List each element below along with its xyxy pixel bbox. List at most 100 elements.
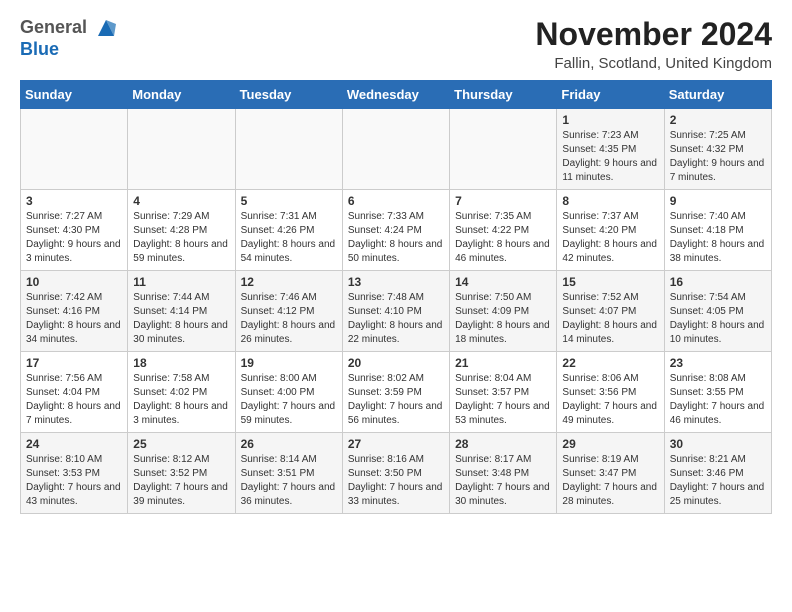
- day-cell: 28 Sunrise: 8:17 AM Sunset: 3:48 PM Dayli…: [450, 433, 557, 514]
- week-row-5: 24Sunrise: 8:10 AM Sunset: 3:53 PM Dayli…: [21, 433, 772, 514]
- day-number: 15: [562, 275, 658, 289]
- day-cell: 2 Sunrise: 7:25 AM Sunset: 4:32 PM Daylig…: [664, 109, 771, 190]
- day-cell: 15 Sunrise: 7:52 AM Sunset: 4:07 PM Dayli…: [557, 271, 664, 352]
- day-cell: [342, 109, 449, 190]
- day-info: Sunrise: 7:33 AM Sunset: 4:24 PM Dayligh…: [348, 210, 444, 266]
- day-number: 26: [241, 437, 337, 451]
- day-number: 28: [455, 437, 551, 451]
- day-number: 18: [133, 356, 229, 370]
- day-cell: [235, 109, 342, 190]
- header-day-sunday: Sunday: [21, 81, 128, 109]
- day-cell: 17 Sunrise: 7:56 AM Sunset: 4:04 PM Dayli…: [21, 352, 128, 433]
- day-cell: [128, 109, 235, 190]
- day-info: Sunrise: 7:42 AM Sunset: 4:16 PM Dayligh…: [26, 291, 122, 347]
- day-cell: 14Sunrise: 7:50 AM Sunset: 4:09 PM Dayli…: [450, 271, 557, 352]
- day-info: Sunrise: 7:31 AM Sunset: 4:26 PM Dayligh…: [241, 210, 337, 266]
- day-cell: 4 Sunrise: 7:29 AM Sunset: 4:28 PM Daylig…: [128, 190, 235, 271]
- week-row-2: 3Sunrise: 7:27 AM Sunset: 4:30 PM Daylig…: [21, 190, 772, 271]
- day-cell: 23Sunrise: 8:08 AM Sunset: 3:55 PM Dayli…: [664, 352, 771, 433]
- title-block: November 2024 Fallin, Scotland, United K…: [535, 16, 772, 72]
- day-info: Sunrise: 8:16 AM Sunset: 3:50 PM Dayligh…: [348, 453, 444, 509]
- week-row-4: 17 Sunrise: 7:56 AM Sunset: 4:04 PM Dayli…: [21, 352, 772, 433]
- day-info: Sunrise: 7:29 AM Sunset: 4:28 PM Dayligh…: [133, 210, 229, 266]
- day-number: 11: [133, 275, 229, 289]
- day-info: Sunrise: 8:12 AM Sunset: 3:52 PM Dayligh…: [133, 453, 229, 509]
- day-number: 25: [133, 437, 229, 451]
- day-cell: 6 Sunrise: 7:33 AM Sunset: 4:24 PM Daylig…: [342, 190, 449, 271]
- day-cell: 25 Sunrise: 8:12 AM Sunset: 3:52 PM Dayli…: [128, 433, 235, 514]
- day-cell: [450, 109, 557, 190]
- day-info: Sunrise: 8:06 AM Sunset: 3:56 PM Dayligh…: [562, 372, 658, 428]
- day-number: 16: [670, 275, 766, 289]
- day-cell: 9 Sunrise: 7:40 AM Sunset: 4:18 PM Daylig…: [664, 190, 771, 271]
- page-header: General Blue November 2024 Fallin, Scotl…: [0, 0, 792, 80]
- day-info: Sunrise: 7:46 AM Sunset: 4:12 PM Dayligh…: [241, 291, 337, 347]
- day-cell: 7 Sunrise: 7:35 AM Sunset: 4:22 PM Daylig…: [450, 190, 557, 271]
- day-number: 21: [455, 356, 551, 370]
- day-cell: 16 Sunrise: 7:54 AM Sunset: 4:05 PM Dayli…: [664, 271, 771, 352]
- day-info: Sunrise: 7:58 AM Sunset: 4:02 PM Dayligh…: [133, 372, 229, 428]
- day-number: 6: [348, 194, 444, 208]
- day-cell: 8Sunrise: 7:37 AM Sunset: 4:20 PM Daylig…: [557, 190, 664, 271]
- day-info: Sunrise: 8:21 AM Sunset: 3:46 PM Dayligh…: [670, 453, 766, 509]
- location-subtitle: Fallin, Scotland, United Kingdom: [535, 55, 772, 72]
- logo: General Blue: [20, 16, 118, 60]
- day-number: 13: [348, 275, 444, 289]
- day-cell: 11 Sunrise: 7:44 AM Sunset: 4:14 PM Dayli…: [128, 271, 235, 352]
- day-number: 4: [133, 194, 229, 208]
- day-cell: 27Sunrise: 8:16 AM Sunset: 3:50 PM Dayli…: [342, 433, 449, 514]
- day-cell: 3Sunrise: 7:27 AM Sunset: 4:30 PM Daylig…: [21, 190, 128, 271]
- day-number: 1: [562, 113, 658, 127]
- day-number: 9: [670, 194, 766, 208]
- day-number: 20: [348, 356, 444, 370]
- day-number: 7: [455, 194, 551, 208]
- day-cell: 20 Sunrise: 8:02 AM Sunset: 3:59 PM Dayli…: [342, 352, 449, 433]
- calendar-container: SundayMondayTuesdayWednesdayThursdayFrid…: [0, 80, 792, 524]
- day-number: 22: [562, 356, 658, 370]
- day-cell: 12Sunrise: 7:46 AM Sunset: 4:12 PM Dayli…: [235, 271, 342, 352]
- header-day-friday: Friday: [557, 81, 664, 109]
- calendar-body: 1Sunrise: 7:23 AM Sunset: 4:35 PM Daylig…: [21, 109, 772, 514]
- day-cell: 18 Sunrise: 7:58 AM Sunset: 4:02 PM Dayli…: [128, 352, 235, 433]
- day-info: Sunrise: 7:44 AM Sunset: 4:14 PM Dayligh…: [133, 291, 229, 347]
- day-info: Sunrise: 7:48 AM Sunset: 4:10 PM Dayligh…: [348, 291, 444, 347]
- day-number: 24: [26, 437, 122, 451]
- day-info: Sunrise: 7:25 AM Sunset: 4:32 PM Dayligh…: [670, 129, 766, 185]
- day-cell: 10 Sunrise: 7:42 AM Sunset: 4:16 PM Dayli…: [21, 271, 128, 352]
- day-info: Sunrise: 7:40 AM Sunset: 4:18 PM Dayligh…: [670, 210, 766, 266]
- day-cell: [21, 109, 128, 190]
- header-day-saturday: Saturday: [664, 81, 771, 109]
- month-title: November 2024: [535, 16, 772, 53]
- day-number: 5: [241, 194, 337, 208]
- day-number: 10: [26, 275, 122, 289]
- day-cell: 29Sunrise: 8:19 AM Sunset: 3:47 PM Dayli…: [557, 433, 664, 514]
- day-info: Sunrise: 7:54 AM Sunset: 4:05 PM Dayligh…: [670, 291, 766, 347]
- day-cell: 24Sunrise: 8:10 AM Sunset: 3:53 PM Dayli…: [21, 433, 128, 514]
- day-number: 2: [670, 113, 766, 127]
- day-cell: 1Sunrise: 7:23 AM Sunset: 4:35 PM Daylig…: [557, 109, 664, 190]
- day-number: 14: [455, 275, 551, 289]
- day-info: Sunrise: 7:35 AM Sunset: 4:22 PM Dayligh…: [455, 210, 551, 266]
- header-day-monday: Monday: [128, 81, 235, 109]
- day-cell: 19Sunrise: 8:00 AM Sunset: 4:00 PM Dayli…: [235, 352, 342, 433]
- day-info: Sunrise: 8:04 AM Sunset: 3:57 PM Dayligh…: [455, 372, 551, 428]
- day-cell: 5 Sunrise: 7:31 AM Sunset: 4:26 PM Daylig…: [235, 190, 342, 271]
- day-info: Sunrise: 7:52 AM Sunset: 4:07 PM Dayligh…: [562, 291, 658, 347]
- day-info: Sunrise: 8:02 AM Sunset: 3:59 PM Dayligh…: [348, 372, 444, 428]
- day-cell: 26Sunrise: 8:14 AM Sunset: 3:51 PM Dayli…: [235, 433, 342, 514]
- week-row-1: 1Sunrise: 7:23 AM Sunset: 4:35 PM Daylig…: [21, 109, 772, 190]
- day-number: 17: [26, 356, 122, 370]
- day-cell: 13 Sunrise: 7:48 AM Sunset: 4:10 PM Dayli…: [342, 271, 449, 352]
- day-info: Sunrise: 7:56 AM Sunset: 4:04 PM Dayligh…: [26, 372, 122, 428]
- header-day-tuesday: Tuesday: [235, 81, 342, 109]
- day-info: Sunrise: 8:00 AM Sunset: 4:00 PM Dayligh…: [241, 372, 337, 428]
- day-info: Sunrise: 8:17 AM Sunset: 3:48 PM Dayligh…: [455, 453, 551, 509]
- week-row-3: 10 Sunrise: 7:42 AM Sunset: 4:16 PM Dayli…: [21, 271, 772, 352]
- day-cell: 21 Sunrise: 8:04 AM Sunset: 3:57 PM Dayli…: [450, 352, 557, 433]
- day-number: 8: [562, 194, 658, 208]
- header-day-thursday: Thursday: [450, 81, 557, 109]
- logo-general-text: General: [20, 17, 87, 37]
- logo-blue-text: Blue: [20, 39, 59, 59]
- day-number: 23: [670, 356, 766, 370]
- logo-icon: [94, 16, 118, 40]
